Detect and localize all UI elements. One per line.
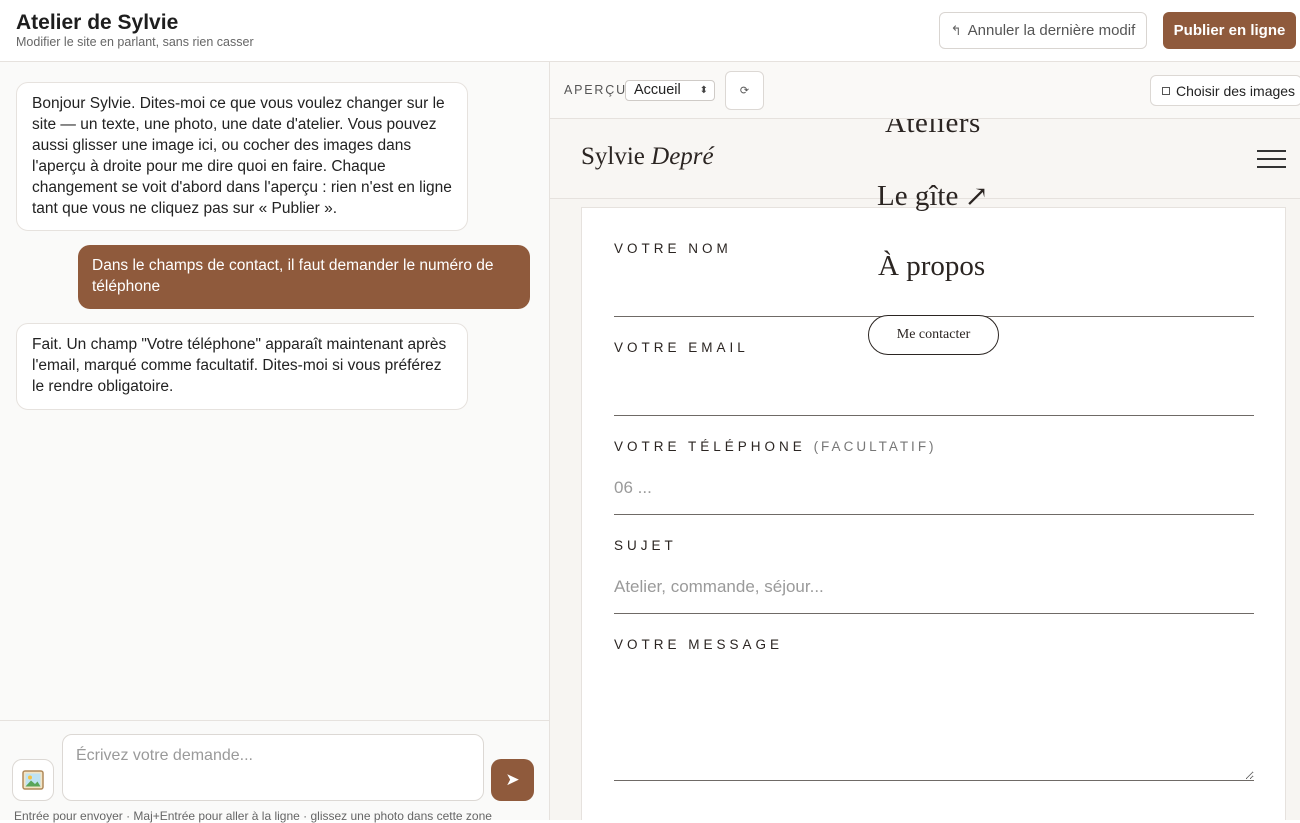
- hamburger-menu-icon[interactable]: [1257, 150, 1286, 168]
- phone-input[interactable]: [614, 470, 1254, 506]
- menu-item-gite[interactable]: Le gîte ↗: [877, 179, 989, 214]
- attach-image-button[interactable]: [12, 759, 54, 801]
- subject-input[interactable]: [614, 569, 1254, 605]
- site-preview: Sylvie Depré VOTRE NOM VOTRE EMAIL VOTRE…: [550, 119, 1300, 820]
- brand-last-name: Depré: [651, 143, 714, 170]
- picture-icon: [22, 770, 44, 790]
- composer-hint: Entrée pour envoyer · Maj+Entrée pour al…: [14, 809, 492, 823]
- menu-item-ateliers[interactable]: Ateliers: [885, 119, 981, 140]
- page-select-value: Accueil: [634, 82, 681, 98]
- assistant-message: Fait. Un champ "Votre téléphone" apparaî…: [16, 323, 468, 410]
- refresh-button[interactable]: ⟳: [725, 71, 764, 110]
- chat-panel: Bonjour Sylvie. Dites-moi ce que vous vo…: [0, 62, 550, 823]
- undo-button[interactable]: ↰ Annuler la dernière modif: [939, 12, 1147, 49]
- phone-optional-tag: (FACULTATIF): [813, 439, 937, 454]
- send-button[interactable]: ➤: [491, 759, 534, 801]
- undo-icon: ↰: [950, 22, 962, 38]
- app-title: Atelier de Sylvie: [16, 11, 179, 34]
- email-underline: [614, 415, 1254, 416]
- updown-chevron-icon: ⬍: [699, 85, 708, 96]
- preview-label: APERÇU: [564, 83, 627, 97]
- page-select[interactable]: Accueil ⬍: [625, 80, 715, 101]
- contact-form: VOTRE NOM VOTRE EMAIL VOTRE TÉLÉPHONE (F…: [581, 207, 1286, 820]
- menu-item-apropos[interactable]: À propos: [878, 250, 985, 283]
- email-input[interactable]: [614, 368, 1254, 404]
- assistant-message: Bonjour Sylvie. Dites-moi ce que vous vo…: [16, 82, 468, 231]
- name-label: VOTRE NOM: [614, 241, 732, 256]
- checkbox-icon: [1162, 86, 1170, 95]
- email-label: VOTRE EMAIL: [614, 340, 749, 355]
- subject-underline: [614, 613, 1254, 614]
- menu-item-gite-label: Le gîte: [877, 180, 959, 212]
- phone-label-text: VOTRE TÉLÉPHONE: [614, 439, 806, 454]
- user-message: Dans le champs de contact, il faut deman…: [78, 245, 530, 309]
- message-label: VOTRE MESSAGE: [614, 637, 784, 652]
- chat-input[interactable]: [62, 734, 484, 801]
- choose-images-label: Choisir des images: [1176, 82, 1296, 99]
- publish-button[interactable]: Publier en ligne: [1163, 12, 1296, 49]
- site-brand[interactable]: Sylvie Depré: [581, 143, 714, 171]
- app-subtitle: Modifier le site en parlant, sans rien c…: [16, 35, 254, 49]
- undo-label: Annuler la dernière modif: [967, 22, 1136, 39]
- brand-first-name: Sylvie: [581, 143, 645, 170]
- choose-images-button[interactable]: Choisir des images: [1150, 75, 1300, 106]
- message-textarea[interactable]: [614, 668, 1254, 781]
- phone-label: VOTRE TÉLÉPHONE (FACULTATIF): [614, 439, 937, 454]
- phone-underline: [614, 514, 1254, 515]
- contact-button[interactable]: Me contacter: [868, 315, 999, 355]
- preview-toolbar: APERÇU Accueil ⬍ ⟳ Choisir des images: [550, 62, 1300, 119]
- send-icon: ➤: [505, 770, 520, 789]
- arrow-up-right-icon: ↗: [964, 181, 989, 213]
- top-bar: Atelier de Sylvie Modifier le site en pa…: [0, 0, 1300, 62]
- composer: ➤ Entrée pour envoyer · Maj+Entrée pour …: [0, 720, 549, 823]
- refresh-icon: ⟳: [739, 85, 750, 97]
- subject-label: SUJET: [614, 538, 677, 553]
